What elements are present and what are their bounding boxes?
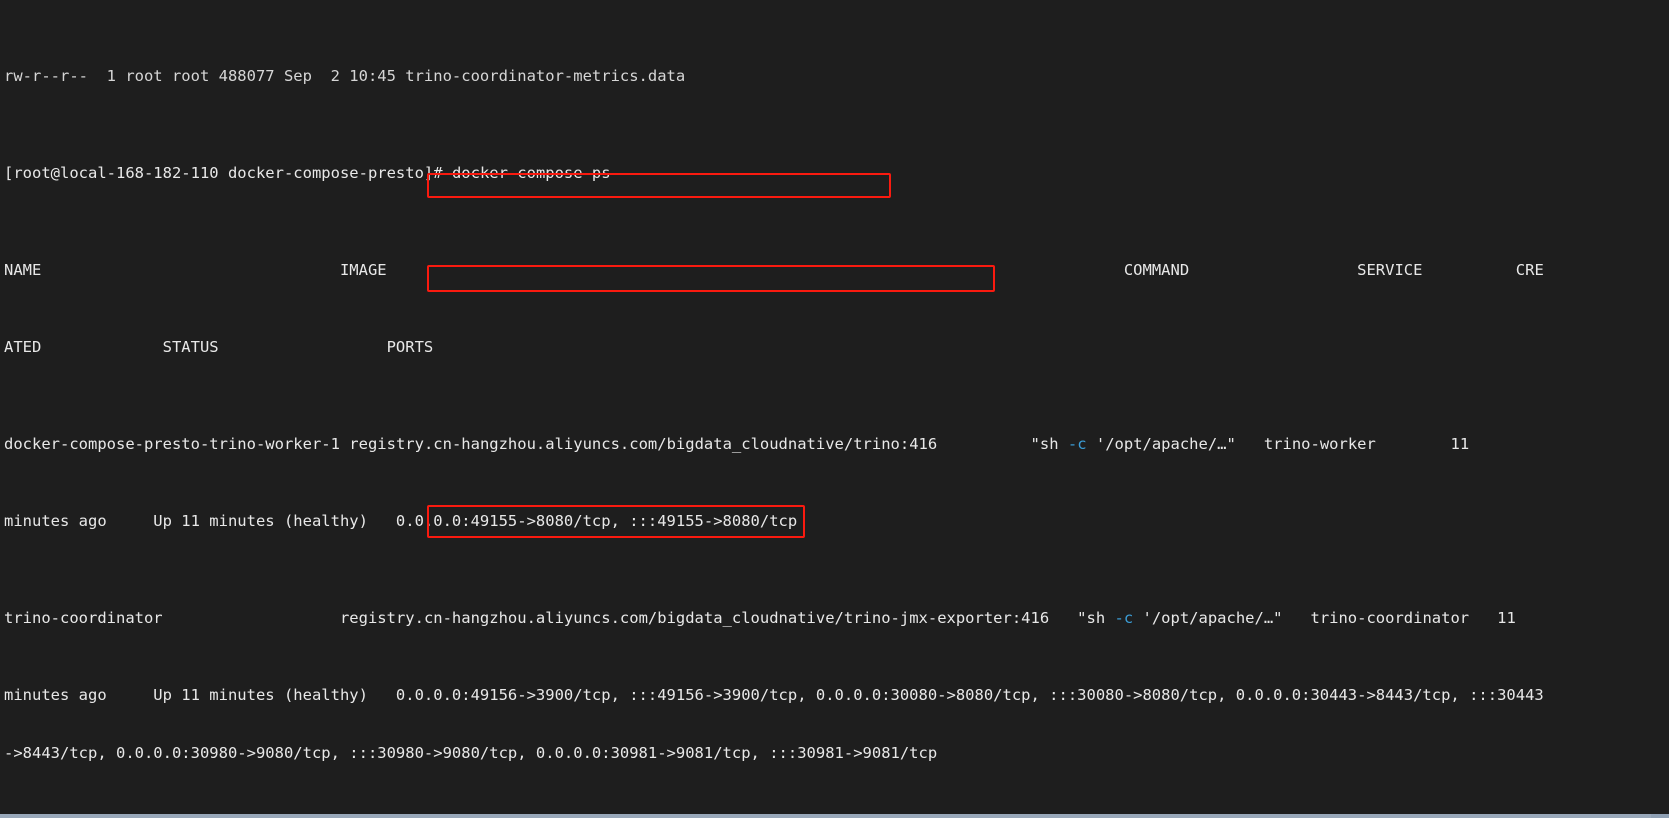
ps-worker-created: 11 xyxy=(1450,434,1470,453)
terminal-line-ps-worker: docker-compose-presto-trino-worker-1 reg… xyxy=(4,435,1669,454)
terminal-line-ps-worker-status: minutes ago Up 11 minutes (healthy) 0.0.… xyxy=(4,512,1669,531)
window-bottom-strip-inner xyxy=(0,814,1651,818)
terminal-line-ps-header-2: ATED STATUS PORTS xyxy=(4,338,1669,357)
ps-coordinator-created: 11 xyxy=(1497,609,1516,627)
ps-coordinator-ports-continued: ->8443/tcp, 0.0.0.0:30980->9080/tcp, :::… xyxy=(4,744,938,763)
root-prompt: [root@local-168-182-110 docker-compose-p… xyxy=(4,164,443,183)
terminal-line-ps-header-1: NAME IMAGE COMMAND SERVICE CRE xyxy=(4,261,1669,280)
ps-coordinator-command-suffix: '/opt/apache/…" xyxy=(1133,609,1283,627)
ps-header-created: CRE xyxy=(1515,260,1544,279)
ps-coordinator-image: registry.cn-hangzhou.aliyuncs.com/bigdat… xyxy=(339,609,1050,627)
ps-header-created-status-ports: ATED STATUS PORTS xyxy=(4,338,434,357)
terminal-line-scrollback: rw-r--r-- 1 root root 488077 Sep 2 10:45… xyxy=(4,67,1669,86)
command-docker-compose-ps: docker-compose ps xyxy=(451,164,611,183)
ps-worker-image: registry.cn-hangzhou.aliyuncs.com/bigdat… xyxy=(349,434,938,453)
ps-coordinator-name: trino-coordinator xyxy=(4,609,163,627)
ps-worker-status: minutes ago Up 11 minutes (healthy) 0.0.… xyxy=(4,512,798,531)
terminal-line-ps-coordinator: trino-coordinator registry.cn-hangzhou.a… xyxy=(4,609,1669,628)
scrollback-text: rw-r--r-- 1 root root 488077 Sep 2 10:45… xyxy=(4,67,686,86)
ps-coordinator-service: trino-coordinator xyxy=(1310,609,1470,627)
ps-worker-command-flag: -c xyxy=(1067,434,1087,453)
terminal-line-ps-coordinator-ports-cont: ->8443/tcp, 0.0.0.0:30980->9080/tcp, :::… xyxy=(4,744,1669,763)
ps-coordinator-command-flag: -c xyxy=(1114,609,1134,627)
terminal-window[interactable]: rw-r--r-- 1 root root 488077 Sep 2 10:45… xyxy=(0,0,1669,818)
ps-header-command: COMMAND xyxy=(1123,260,1190,279)
terminal-screen: rw-r--r-- 1 root root 488077 Sep 2 10:45… xyxy=(4,0,1669,818)
terminal-line-ps-coordinator-status: minutes ago Up 11 minutes (healthy) 0.0.… xyxy=(4,686,1669,705)
ps-worker-command-suffix: '/opt/apache/…" xyxy=(1086,434,1236,453)
ps-coordinator-status: minutes ago Up 11 minutes (healthy) 0.0.… xyxy=(4,686,1544,705)
ps-coordinator-command-prefix: "sh xyxy=(1077,609,1115,627)
terminal-line-prompt-ps: [root@local-168-182-110 docker-compose-p… xyxy=(4,164,1669,183)
ps-header-service: SERVICE xyxy=(1357,260,1423,279)
ps-header-left: NAME IMAGE xyxy=(4,260,387,279)
ps-worker-name: docker-compose-presto-trino-worker-1 xyxy=(4,434,340,453)
ps-worker-command-prefix: "sh xyxy=(1030,434,1068,453)
ps-worker-service: trino-worker xyxy=(1263,434,1376,453)
